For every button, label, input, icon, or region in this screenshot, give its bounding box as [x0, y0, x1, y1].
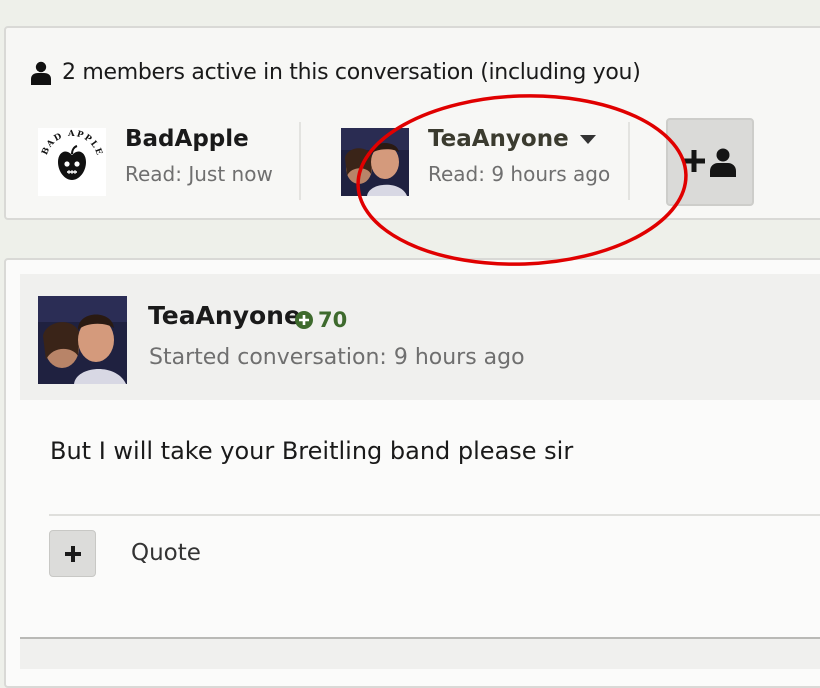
quote-button[interactable]: Quote [131, 540, 201, 566]
plus-circle-icon [295, 311, 313, 329]
member-name-text[interactable]: TeaAnyone [428, 126, 569, 152]
message-meta: Started conversation: 9 hours ago [149, 345, 525, 370]
member-read-status: Read: 9 hours ago [428, 162, 611, 186]
user-avatar[interactable] [341, 128, 409, 196]
user-icon [31, 61, 51, 85]
member-item-teaanyone[interactable]: TeaAnyone Read: 9 hours ago [341, 126, 611, 196]
reputation-badge[interactable]: 70 [294, 308, 347, 332]
more-actions-button[interactable] [49, 530, 96, 577]
member-separator [628, 122, 630, 200]
add-member-button[interactable] [666, 118, 754, 206]
member-name[interactable]: TeaAnyone [428, 126, 596, 152]
next-post-header [20, 639, 820, 669]
member-separator [299, 122, 301, 200]
message-author[interactable]: TeaAnyone [148, 301, 301, 330]
add-user-icon [683, 148, 736, 177]
member-read-status: Read: Just now [125, 162, 273, 186]
members-heading: 2 members active in this conversation (i… [30, 60, 641, 85]
reputation-count: 70 [318, 308, 348, 332]
caret-down-icon[interactable] [579, 134, 596, 145]
message-body: But I will take your Breitling band plea… [50, 437, 574, 465]
author-avatar[interactable] [38, 296, 127, 384]
bad-apple-logo[interactable]: BAD APPLE [38, 128, 106, 196]
member-item-badapple[interactable]: BAD APPLE BadApple Read: Just now [38, 126, 278, 196]
message-header [20, 274, 820, 400]
members-heading-text: 2 members active in this conversation (i… [62, 60, 641, 85]
plus-icon [64, 545, 81, 562]
member-name[interactable]: BadApple [125, 126, 249, 152]
message-divider [49, 514, 820, 516]
